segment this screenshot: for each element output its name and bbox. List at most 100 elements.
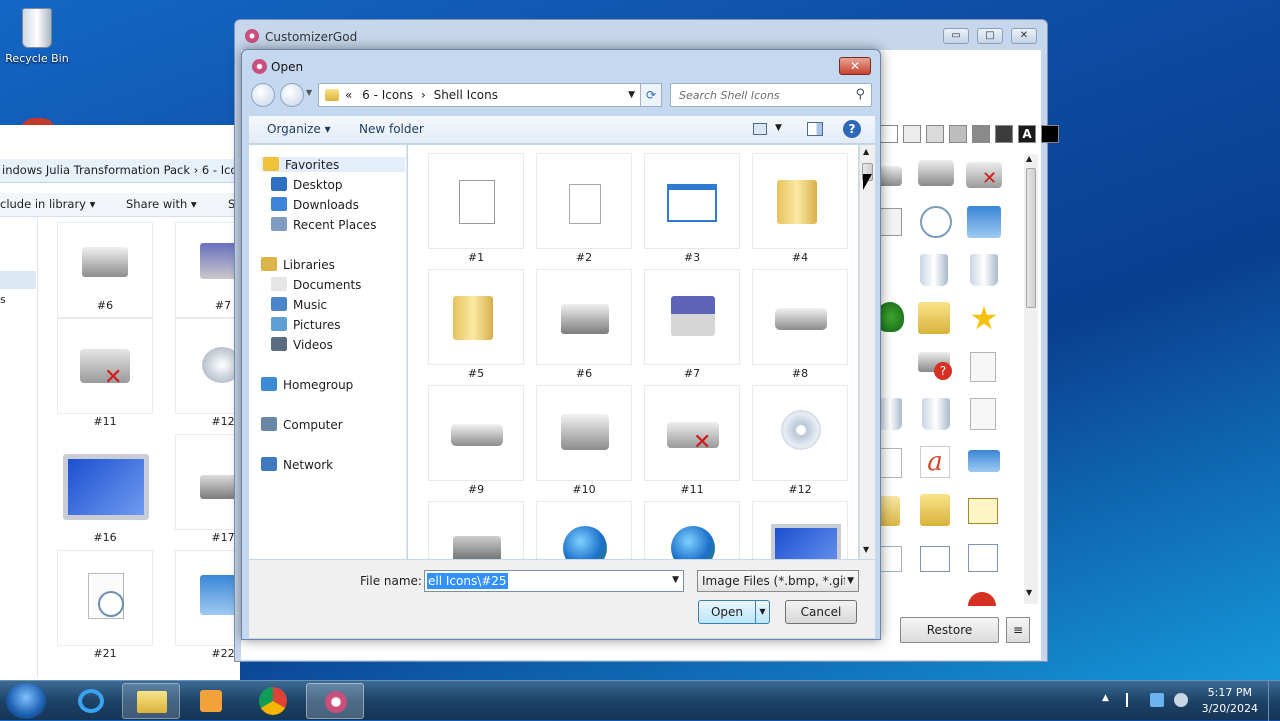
back-button[interactable] [251, 83, 275, 107]
new-folder-button[interactable]: New folder [359, 122, 424, 136]
window-link-icon[interactable] [968, 450, 1000, 472]
forward-button[interactable] [280, 83, 304, 107]
pin-icon[interactable] [878, 496, 900, 526]
icon-tile[interactable] [175, 550, 240, 646]
file-item[interactable] [428, 153, 524, 249]
network-icon[interactable] [1150, 693, 1164, 707]
address-bar[interactable]: « 6 - Icons › Shell Icons ▼ [318, 83, 662, 107]
minimize-button[interactable]: ▭ [943, 28, 969, 44]
calculator-icon[interactable] [880, 208, 902, 236]
recycle-bin-icon[interactable] [878, 398, 902, 430]
nav-item-homegroup[interactable]: Homegroup [261, 377, 353, 392]
file-item[interactable] [428, 269, 524, 365]
picture-window-icon[interactable] [920, 546, 950, 572]
address-dropdown-icon[interactable]: ▼ [628, 90, 635, 100]
color-swatch[interactable] [880, 125, 898, 143]
table-icon[interactable] [878, 546, 902, 572]
maximize-button[interactable]: □ [977, 28, 1003, 44]
action-center-flag-icon[interactable] [1126, 693, 1140, 707]
file-type-select[interactable]: Image Files (*.bmp, *.gif, ▼ [697, 570, 859, 592]
nav-item-network[interactable]: Network [261, 457, 333, 472]
nav-item-pictures[interactable]: Pictures [271, 317, 341, 332]
network-drive-icon[interactable] [918, 160, 954, 186]
color-swatch[interactable]: A [1018, 125, 1036, 143]
menu-button[interactable]: ≡ [1006, 617, 1030, 643]
scroll-thumb[interactable] [1026, 168, 1036, 308]
open-options-dropdown-icon[interactable]: ▼ [755, 601, 769, 623]
file-item[interactable] [752, 501, 848, 559]
icon-tile[interactable] [57, 434, 153, 530]
internet-explorer-taskbar-button[interactable] [62, 683, 120, 719]
windows-stack-icon[interactable] [968, 544, 998, 572]
file-item[interactable] [428, 501, 524, 559]
nav-item-videos[interactable]: Videos [271, 337, 333, 352]
close-button[interactable]: ✕ [1011, 28, 1037, 44]
scroll-up-arrow-icon[interactable]: ▲ [1026, 154, 1032, 163]
change-view-icon[interactable] [753, 123, 767, 135]
icon-tile[interactable]: ✕ [57, 318, 153, 414]
file-item[interactable] [536, 501, 632, 559]
color-swatch[interactable] [926, 125, 944, 143]
scroll-down-arrow-icon[interactable]: ▼ [863, 545, 869, 554]
icon-tile[interactable] [57, 550, 153, 646]
breadcrumb-shell-icons[interactable]: Shell Icons [434, 88, 498, 102]
file-grid-scrollbar[interactable]: ▲ ▼ [859, 145, 875, 559]
copy-pages-icon[interactable] [970, 352, 996, 382]
file-item[interactable] [644, 153, 740, 249]
scroll-up-arrow-icon[interactable]: ▲ [863, 147, 869, 156]
folder-computer-icon[interactable] [918, 302, 950, 334]
include-in-library-button[interactable]: clude in library ▾ [0, 193, 95, 215]
nav-item-computer[interactable]: Computer [261, 417, 343, 432]
icon-tile[interactable] [175, 318, 242, 414]
color-swatch[interactable] [972, 125, 990, 143]
file-item[interactable] [428, 385, 524, 481]
search-input[interactable]: Search Shell Icons ⚲ [670, 83, 872, 107]
recycle-bin-shortcut[interactable]: Recycle Bin [4, 8, 70, 65]
breadcrumb-6-icons[interactable]: 6 - Icons [362, 88, 413, 102]
file-item[interactable] [752, 153, 848, 249]
file-item[interactable] [752, 385, 848, 481]
media-player-taskbar-button[interactable] [182, 683, 240, 719]
system-clock[interactable]: 5:17 PM 3/20/2024 [1202, 685, 1258, 717]
chrome-taskbar-button[interactable] [244, 683, 302, 719]
explorer-taskbar-button[interactable] [122, 683, 180, 719]
file-item[interactable] [644, 501, 740, 559]
dialog-close-button[interactable]: ✕ [839, 57, 871, 75]
nav-item-music[interactable]: Music [271, 297, 327, 312]
file-item[interactable] [536, 153, 632, 249]
help-icon[interactable]: ? [843, 120, 861, 138]
nav-item-selected[interactable] [0, 271, 36, 289]
font-icon[interactable] [878, 448, 902, 478]
folder-star-icon[interactable] [920, 494, 950, 526]
start-button[interactable] [6, 683, 46, 719]
share-with-button[interactable]: Share with ▾ [126, 193, 197, 215]
view-dropdown-icon[interactable]: ▼ [775, 123, 782, 133]
list-arrow-icon[interactable] [968, 498, 998, 524]
nav-item-favorites[interactable]: Favorites [261, 157, 405, 172]
icon-tile[interactable] [175, 434, 244, 530]
font-a-icon[interactable]: a [920, 446, 950, 478]
nav-item-recent-places[interactable]: Recent Places [271, 217, 376, 232]
nav-item-documents[interactable]: Documents [271, 277, 361, 292]
open-button[interactable]: Open ▼ [698, 600, 770, 624]
recent-locations-arrow-icon[interactable]: ▼ [306, 88, 312, 97]
file-item[interactable] [536, 269, 632, 365]
preview-pane-icon[interactable] [807, 122, 823, 136]
recycle-bin-icon[interactable] [970, 254, 998, 286]
nav-item-desktop[interactable]: Desktop [271, 177, 343, 192]
nav-item-libraries[interactable]: Libraries [261, 257, 335, 272]
settings-window-icon[interactable] [967, 206, 1001, 238]
refresh-button[interactable]: ⟳ [640, 83, 662, 107]
file-name-input[interactable]: ell Icons\#25 ▼ [424, 570, 684, 592]
file-item[interactable] [752, 269, 848, 365]
file-name-dropdown-icon[interactable]: ▼ [672, 575, 679, 585]
cancel-button[interactable]: Cancel [785, 600, 857, 624]
color-swatch[interactable] [949, 125, 967, 143]
nav-item-downloads[interactable]: Downloads [271, 197, 359, 212]
icon-list-scrollbar[interactable]: ▲ ▼ [1024, 154, 1038, 604]
color-swatch[interactable] [995, 125, 1013, 143]
restore-button[interactable]: Restore [900, 617, 999, 643]
warning-document-icon[interactable] [970, 398, 996, 430]
scroll-down-arrow-icon[interactable]: ▼ [1026, 588, 1032, 597]
recycle-bin-icon[interactable] [920, 254, 948, 286]
